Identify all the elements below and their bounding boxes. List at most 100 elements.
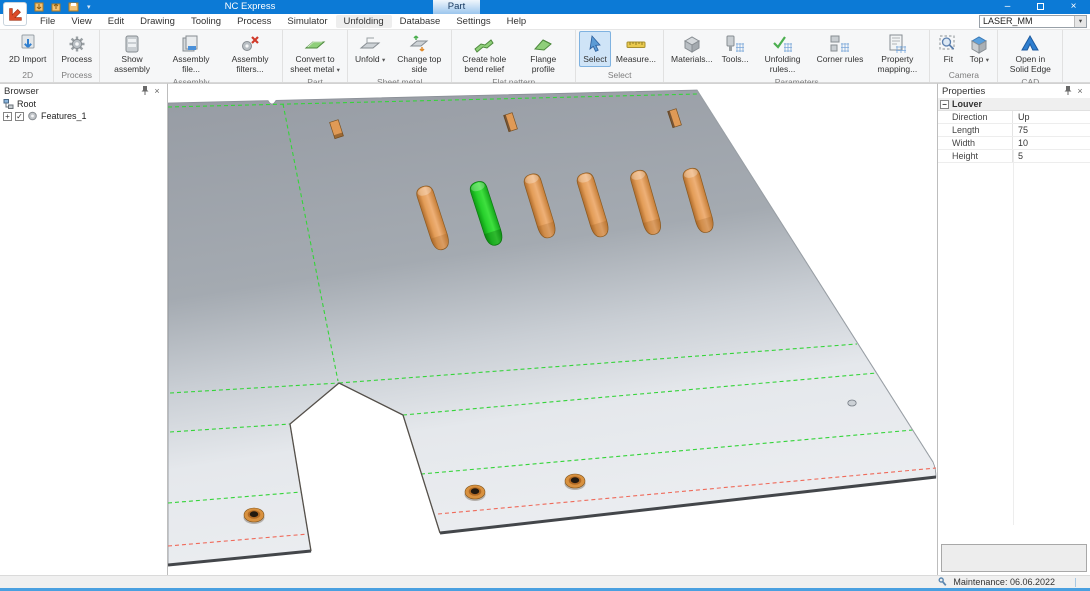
property-value[interactable]: 5 [1013,150,1090,162]
menu-view[interactable]: View [63,15,99,28]
machine-selector-combo[interactable]: LASER_MM ▾ [979,15,1087,28]
fit-zoom-icon [937,33,959,55]
menu-settings[interactable]: Settings [448,15,498,28]
2d-import-button[interactable]: 2D Import [5,31,50,67]
properties-panel-title: Properties [942,86,1062,97]
property-row-height: Height 5 [938,150,1090,163]
boss-3[interactable] [565,474,586,490]
tree-item-label: Root [17,99,36,109]
create-hole-bend-relief-button[interactable]: Create hole bend relief [455,31,513,76]
menu-edit[interactable]: Edit [100,15,132,28]
ribbon-group-cad: Open in Solid Edge CAD [998,30,1063,82]
ribbon-group-2d: 2D Import 2D [2,30,54,82]
top-view-button[interactable]: Top ▾ [964,31,994,67]
browser-panel: Browser × Root + ✓ Features_1 [0,83,168,575]
property-row-direction: Direction Up [938,111,1090,124]
property-name[interactable]: Length [938,124,1013,136]
select-button[interactable]: Select [579,31,611,67]
qat-export-icon[interactable] [50,1,63,13]
properties-preview-box [941,544,1087,572]
open-in-solid-edge-button[interactable]: Open in Solid Edge [1001,31,1059,76]
dropdown-arrow-icon: ▾ [382,57,385,64]
menu-simulator[interactable]: Simulator [279,15,335,28]
property-name[interactable]: Height [938,150,1013,162]
root-hierarchy-icon [3,99,14,109]
measure-ruler-icon [625,33,647,55]
assembly-filters-icon [239,33,261,55]
ribbon-group-part: Convert to sheet metal ▾ Part [283,30,348,82]
group-label-process: Process [57,69,96,82]
tree-item-root[interactable]: Root [0,98,167,110]
collapse-icon[interactable]: − [940,100,949,109]
maximize-icon [1037,3,1044,10]
menu-unfolding[interactable]: Unfolding [336,15,392,28]
combo-dropdown-icon[interactable]: ▾ [1074,16,1086,27]
menu-drawing[interactable]: Drawing [132,15,183,28]
unfolding-rules-button[interactable]: Unfolding rules... [754,31,812,76]
menu-help[interactable]: Help [499,15,535,28]
ribbon-group-flat-pattern: Create hole bend relief Flange profile F… [452,30,576,82]
close-icon[interactable]: × [1074,85,1086,97]
measure-button[interactable]: Measure... [612,31,660,67]
process-button[interactable]: Process [57,31,96,67]
process-gear-icon [66,33,88,55]
pin-icon[interactable] [1062,85,1074,98]
unfold-button[interactable]: Unfold ▾ [351,31,389,67]
select-cursor-icon [584,33,606,55]
fit-button[interactable]: Fit [933,31,963,67]
flange-profile-button[interactable]: Flange profile [514,31,572,76]
assembly-filters-button[interactable]: Assembly filters... [221,31,279,76]
corner-rules-icon [829,33,851,55]
close-button[interactable]: × [1057,0,1090,14]
menu-tooling[interactable]: Tooling [183,15,229,28]
ribbon-group-sheet-metal: Unfold ▾ Change top side Sheet metal [348,30,452,82]
tree-expander-icon[interactable]: + [3,112,12,121]
convert-sheet-metal-icon [304,33,326,55]
ribbon-group-camera: Fit Top ▾ Camera [930,30,998,82]
ribbon: 2D Import 2D Process Process Show assemb… [0,30,1090,83]
maximize-button[interactable] [1024,0,1057,14]
minimize-button[interactable]: – [991,0,1024,14]
qat-import-icon[interactable] [33,1,46,13]
property-mapping-button[interactable]: Property mapping... [868,31,926,76]
boss-1[interactable] [244,508,265,524]
hole[interactable] [848,400,856,406]
unfold-icon [359,33,381,55]
property-name[interactable]: Direction [938,111,1013,123]
assembly-file-icon [180,33,202,55]
property-name[interactable]: Width [938,137,1013,149]
property-value[interactable]: 10 [1013,137,1090,149]
corner-rules-button[interactable]: Corner rules [813,31,868,67]
pin-icon[interactable] [139,85,151,98]
browser-panel-title: Browser [4,86,139,97]
materials-button[interactable]: Materials... [667,31,717,67]
menu-process[interactable]: Process [229,15,279,28]
menu-database[interactable]: Database [392,15,449,28]
property-row-width: Width 10 [938,137,1090,150]
nc-express-logo-icon [6,5,24,23]
assembly-file-button[interactable]: Assembly file... [162,31,220,76]
grid-column-divider [1013,150,1014,525]
boss-2[interactable] [465,485,486,501]
group-label-2d: 2D [5,69,50,82]
tree-item-features[interactable]: + ✓ Features_1 [0,110,167,122]
browser-panel-header: Browser × [0,84,167,98]
close-icon[interactable]: × [151,85,163,97]
tree-checkbox[interactable]: ✓ [15,112,24,121]
unfolding-rules-icon [772,33,794,55]
change-top-side-button[interactable]: Change top side [390,31,448,76]
property-group-louver[interactable]: − Louver [938,98,1090,111]
property-value[interactable]: Up [1013,111,1090,123]
qat-save-icon[interactable] [67,1,80,13]
viewport-3d[interactable] [168,84,937,575]
show-assembly-button[interactable]: Show assembly [103,31,161,76]
properties-panel: Properties × − Louver Direction Up Lengt… [937,83,1090,575]
convert-to-sheet-metal-button[interactable]: Convert to sheet metal ▾ [286,31,344,76]
menu-file[interactable]: File [32,15,63,28]
qat-caret-icon[interactable]: ▾ [87,3,91,11]
property-value[interactable]: 75 [1013,124,1090,136]
ribbon-group-parameters: Materials... Tools... Unfolding rules...… [664,30,930,82]
tools-button[interactable]: Tools... [718,31,753,67]
document-tab-part[interactable]: Part [433,0,480,14]
app-logo[interactable] [3,2,27,26]
